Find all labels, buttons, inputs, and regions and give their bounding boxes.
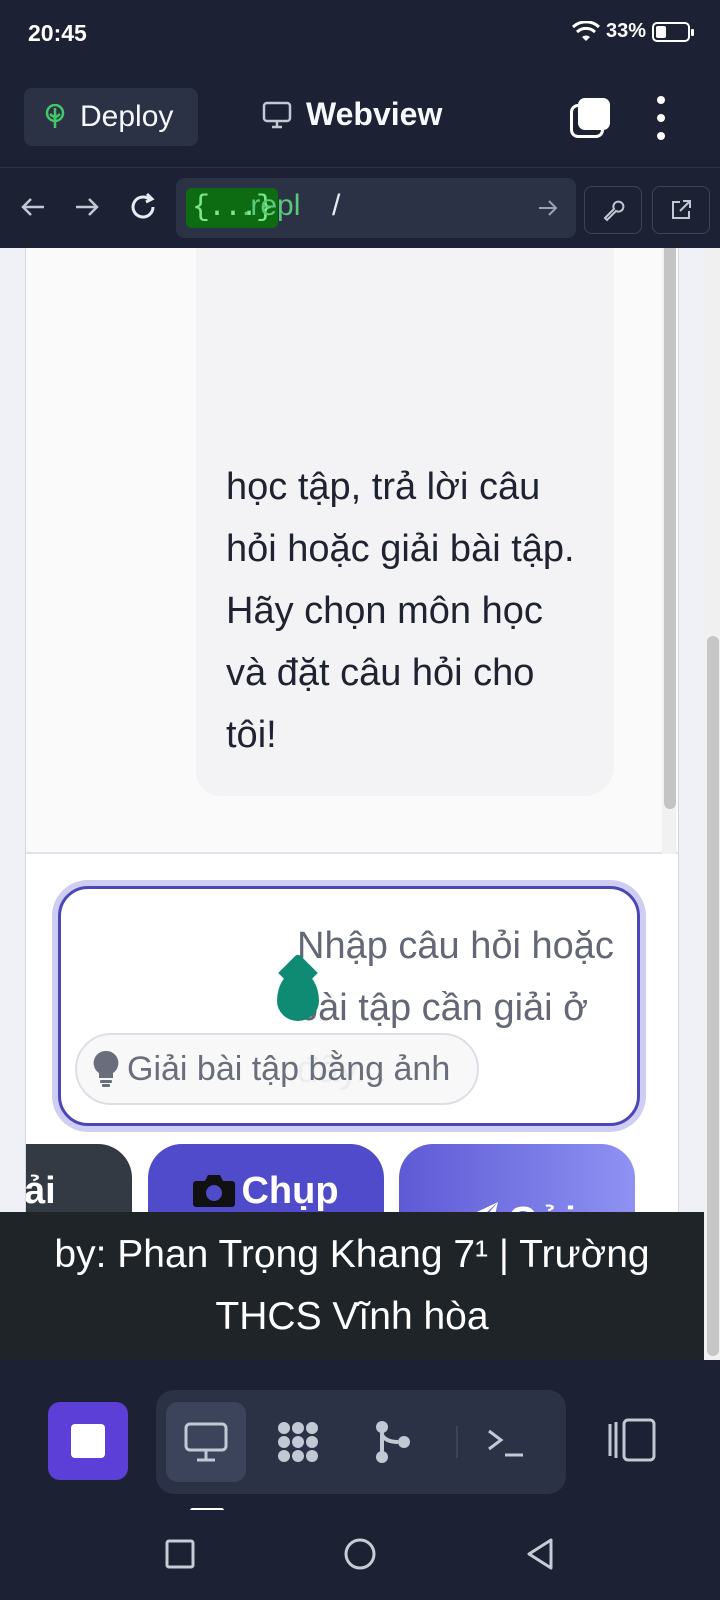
webview-tab[interactable]: Webview (262, 96, 442, 133)
credit-text: by: Phan Trọng Khang 7¹ | Trường THCS Vĩ… (54, 1233, 650, 1338)
back-icon[interactable] (520, 1534, 560, 1574)
stop-button[interactable] (48, 1402, 128, 1480)
page-scrollbar[interactable] (704, 248, 720, 1360)
chat-messages: học tập, trả lời câu hỏi hoặc giải bài t… (26, 248, 678, 854)
dots-grid-icon (278, 1422, 318, 1462)
bot-message-text: học tập, trả lời câu hỏi hoặc giải bài t… (226, 466, 575, 756)
tab-packages[interactable] (258, 1402, 338, 1482)
tool-tabs (156, 1390, 566, 1494)
deploy-label: Deploy (80, 100, 174, 133)
terminal-icon (488, 1429, 523, 1457)
android-nav-bar (0, 1510, 720, 1600)
tab-separator (456, 1426, 458, 1458)
tab-git[interactable] (352, 1402, 432, 1482)
replit-header: Deploy Webview (0, 68, 720, 168)
forward-arrow-icon[interactable] (70, 190, 104, 224)
go-arrow-icon[interactable] (536, 196, 560, 220)
deploy-button[interactable]: Deploy (24, 88, 198, 146)
stop-icon (71, 1424, 105, 1458)
bot-message-bubble: học tập, trả lời câu hỏi hoặc giải bài t… (196, 248, 614, 796)
open-external-button[interactable] (652, 186, 710, 234)
url-field[interactable]: {...} .repl / (176, 178, 576, 238)
panels-icon[interactable] (602, 1410, 662, 1470)
monitor-icon (262, 101, 292, 128)
tabs-switcher-icon[interactable] (570, 98, 610, 138)
tab-webview[interactable] (166, 1402, 246, 1482)
git-branch-icon (376, 1421, 410, 1463)
url-path: / (332, 189, 341, 222)
home-icon[interactable] (340, 1534, 380, 1574)
wrench-icon (603, 200, 625, 222)
replit-bottom-bar (0, 1360, 720, 1513)
camera-icon (193, 1175, 236, 1207)
webview-content: học tập, trả lời câu hỏi hoặc giải bài t… (0, 248, 720, 1360)
more-menu-icon[interactable] (646, 96, 676, 140)
battery-icon (652, 21, 694, 42)
battery-percent: 33% (605, 20, 646, 42)
image-hint-pill[interactable]: Giải bài tập bằng ảnh (75, 1033, 479, 1105)
reload-icon[interactable] (126, 190, 160, 224)
clock: 20:45 (28, 20, 87, 46)
status-bar: 20:45 33% (0, 0, 720, 68)
external-link-icon (672, 200, 691, 219)
url-host: .repl (242, 189, 301, 222)
recents-icon[interactable] (160, 1534, 200, 1574)
chat-card: học tập, trả lời câu hỏi hoặc giải bài t… (25, 248, 679, 1330)
wifi-icon (571, 20, 600, 41)
credit-footer: by: Phan Trọng Khang 7¹ | Trường THCS Vĩ… (0, 1212, 704, 1360)
deploy-tree-icon (45, 104, 65, 128)
webview-label: Webview (306, 96, 443, 132)
chat-scrollbar[interactable] (662, 248, 676, 854)
devtools-button[interactable] (584, 186, 642, 234)
image-hint-label: Giải bài tập bằng ảnh (127, 1049, 451, 1088)
back-arrow-icon[interactable] (16, 190, 50, 224)
monitor-icon (184, 1422, 228, 1462)
question-input[interactable]: Nhập câu hỏi hoặc bài tập cần giải ở đây… (58, 886, 640, 1126)
tab-shell[interactable] (466, 1402, 546, 1482)
status-icons: 33% (571, 20, 694, 43)
lightbulb-icon (93, 1050, 119, 1087)
url-bar: {...} .repl / (0, 168, 720, 248)
